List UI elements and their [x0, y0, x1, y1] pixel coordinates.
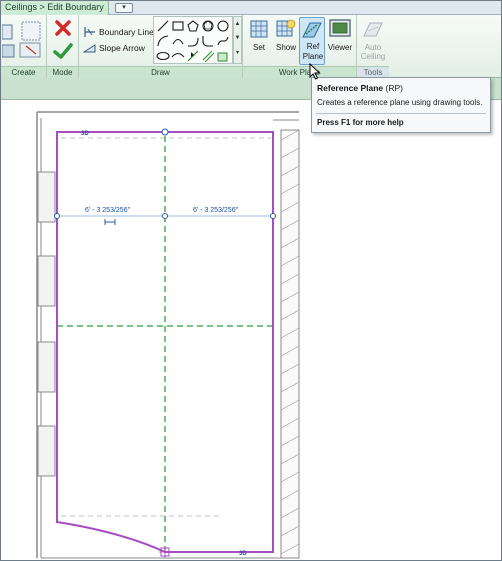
tab-options-dropdown[interactable]: ▾	[115, 3, 133, 13]
panel-create: Create	[1, 15, 47, 78]
tooltip-shortcut: (RP)	[385, 83, 404, 93]
chevron-down-icon: ▾	[122, 4, 126, 11]
dimension-handle-left	[54, 213, 60, 219]
viewer-icon	[329, 19, 351, 37]
eq-toggle-icon	[104, 219, 116, 225]
dimension-text-right: 6' - 3 253/256"	[193, 207, 239, 214]
panel-label-mode: Mode	[47, 66, 78, 78]
tooltip-separator	[316, 113, 486, 114]
ribbon: Create Mode Draw Boundary Line Slope Arr…	[1, 15, 501, 78]
slope-arrow-label: Slope Arrow	[99, 43, 145, 53]
tooltip-help: Press F1 for more help	[317, 118, 404, 127]
rectangle-tool-icon[interactable]	[171, 19, 185, 33]
ref-plane-icon	[302, 22, 322, 38]
set-workplane-button[interactable]: Set	[246, 17, 272, 65]
marker-3d-bottom: 3D	[239, 551, 247, 557]
line-tool-icon[interactable]	[156, 19, 170, 33]
tangent-arc-tool-icon[interactable]	[186, 34, 200, 48]
show-workplane-icon	[276, 19, 296, 37]
center-ends-arc-tool-icon[interactable]	[171, 34, 185, 48]
tab-edit-boundary[interactable]: Ceilings > Edit Boundary	[1, 1, 109, 15]
panel-label-draw: Draw	[79, 66, 242, 78]
draw-tools-gallery	[153, 16, 233, 64]
ellipse-tool-icon[interactable]	[156, 49, 170, 63]
finish-edit-check-icon[interactable]	[53, 42, 73, 60]
start-end-arc-tool-icon[interactable]	[156, 34, 170, 48]
spline-tool-icon[interactable]	[216, 34, 230, 48]
scroll-down-icon[interactable]: ▼	[234, 35, 241, 41]
gallery-expand-icon[interactable]: ▾	[234, 49, 241, 56]
revit-window: Ceilings > Edit Boundary ▾ Create Mode D…	[0, 0, 502, 561]
scroll-up-icon[interactable]: ▲	[234, 21, 241, 27]
cursor-arrow-icon	[309, 63, 321, 80]
auto-ceiling-icon	[363, 22, 383, 37]
marker-3d-top: 3D	[81, 131, 89, 137]
modify-icon[interactable]	[2, 19, 44, 59]
viewer-label: Viewer	[327, 43, 353, 52]
hatched-right-wall	[280, 129, 300, 559]
ceiling-sketch: 6' - 3 253/256" 6' - 3 253/256" 3D 3D	[36, 111, 300, 559]
partial-ellipse-tool-icon[interactable]	[171, 49, 185, 63]
tooltip-title: Reference Plane (RP)	[317, 83, 404, 93]
ref-plane-label-line2: Plane	[302, 52, 324, 61]
panel-label-create: Create	[1, 66, 46, 78]
boundary-line-label: Boundary Line	[99, 27, 154, 37]
reference-plane-top-handle	[161, 128, 169, 136]
fillet-arc-tool-icon[interactable]	[201, 34, 215, 48]
dimension-handle-center	[162, 213, 168, 219]
cancel-edit-x-icon[interactable]	[54, 19, 72, 37]
dimension-text-left: 6' - 3 253/256"	[85, 207, 131, 214]
circle-tool-icon[interactable]	[216, 19, 230, 33]
auto-ceiling-label-line1: Auto	[364, 43, 382, 52]
pick-lines-tool-icon[interactable]	[186, 49, 200, 63]
pick-face-tool-icon[interactable]	[216, 49, 230, 63]
boundary-line-icon	[84, 27, 95, 37]
slope-arrow-icon	[83, 44, 96, 53]
dimension-handle-right	[270, 213, 276, 219]
pick-walls-tool-icon[interactable]	[201, 49, 215, 63]
tooltip-description: Creates a reference plane using drawing …	[317, 98, 483, 107]
inscribed-polygon-tool-icon[interactable]	[186, 19, 200, 33]
circumscribed-polygon-tool-icon[interactable]	[201, 19, 215, 33]
gallery-scroll[interactable]: ▲ ▼ ▾	[233, 16, 242, 64]
set-workplane-icon	[250, 20, 268, 38]
ref-plane-button[interactable]: Ref Plane	[299, 17, 325, 65]
ref-plane-tooltip: Reference Plane (RP) Creates a reference…	[311, 77, 491, 133]
auto-ceiling-label-line2: Ceiling	[360, 52, 386, 61]
viewer-button[interactable]: Viewer	[327, 17, 353, 65]
drawing-canvas[interactable]: 6' - 3 253/256" 6' - 3 253/256" 3D 3D	[1, 100, 501, 560]
ribbon-tab-bar: Ceilings > Edit Boundary ▾	[1, 1, 501, 15]
auto-ceiling-button[interactable]: Auto Ceiling	[360, 17, 386, 65]
panel-mode: Mode	[47, 15, 79, 78]
